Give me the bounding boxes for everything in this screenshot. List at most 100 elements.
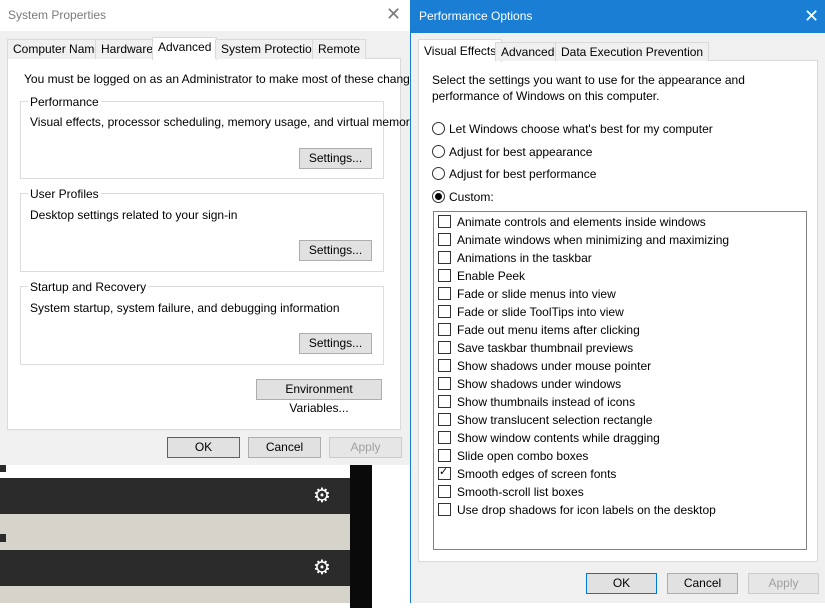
close-icon[interactable]: ✕: [386, 4, 401, 25]
gear-icon[interactable]: ⚙: [313, 558, 331, 578]
effect-label: Slide open combo boxes: [457, 449, 589, 463]
effect-label: Show thumbnails instead of icons: [457, 395, 636, 409]
effect-option[interactable]: Enable Peek: [438, 267, 525, 285]
effect-option[interactable]: Show translucent selection rectangle: [438, 411, 652, 429]
startup-recovery-settings-button[interactable]: Settings...: [299, 333, 372, 354]
effect-option[interactable]: Smooth-scroll list boxes: [438, 483, 584, 501]
ok-button[interactable]: OK: [586, 573, 657, 594]
effect-option[interactable]: Animate windows when minimizing and maxi…: [438, 231, 729, 249]
checkbox[interactable]: [438, 503, 451, 516]
radio-best-appearance[interactable]: Adjust for best appearance: [432, 144, 592, 160]
effect-option[interactable]: Show thumbnails instead of icons: [438, 393, 635, 411]
cancel-button[interactable]: Cancel: [248, 437, 321, 458]
checkbox[interactable]: [438, 449, 451, 462]
checkbox[interactable]: [438, 251, 451, 264]
background-marker: [0, 464, 6, 472]
background-app: ⚙ ⚙: [0, 458, 412, 608]
effect-option[interactable]: Show shadows under windows: [438, 375, 621, 393]
background-row[interactable]: ⚙: [0, 550, 350, 586]
effect-option[interactable]: Use drop shadows for icon labels on the …: [438, 501, 716, 519]
environment-variables-button[interactable]: Environment Variables...: [256, 379, 382, 415]
window-title: System Properties: [8, 8, 107, 22]
radio-custom[interactable]: Custom:: [432, 189, 494, 205]
radio-best-performance[interactable]: Adjust for best performance: [432, 166, 596, 182]
effect-option[interactable]: Animate controls and elements inside win…: [438, 213, 706, 231]
effect-option[interactable]: Smooth edges of screen fonts: [438, 465, 616, 483]
tab-data-execution-prevention[interactable]: Data Execution Prevention: [555, 42, 710, 61]
checkbox[interactable]: [438, 485, 451, 498]
checkbox[interactable]: [438, 287, 451, 300]
admin-note: You must be logged on as an Administrato…: [24, 72, 426, 86]
effect-label: Fade out menu items after clicking: [457, 323, 640, 337]
background-row[interactable]: ⚙: [0, 478, 350, 514]
effect-label: Use drop shadows for icon labels on the …: [457, 503, 716, 517]
checkbox[interactable]: [438, 413, 451, 426]
effect-option[interactable]: Animations in the taskbar: [438, 249, 592, 267]
effect-label: Smooth edges of screen fonts: [457, 467, 617, 481]
group-description: Desktop settings related to your sign-in: [30, 208, 238, 222]
effect-label: Save taskbar thumbnail previews: [457, 341, 634, 355]
effect-option[interactable]: Fade out menu items after clicking: [438, 321, 640, 339]
checkbox[interactable]: [438, 233, 451, 246]
effect-label: Animations in the taskbar: [457, 251, 592, 265]
group-description: Visual effects, processor scheduling, me…: [30, 115, 416, 129]
radio-button[interactable]: [432, 145, 445, 158]
effect-label: Show window contents while dragging: [457, 431, 660, 445]
group-description: System startup, system failure, and debu…: [30, 301, 340, 315]
radio-button-selected[interactable]: [432, 190, 445, 203]
checkbox[interactable]: [438, 323, 451, 336]
background-marker: [0, 534, 6, 542]
effect-option[interactable]: Save taskbar thumbnail previews: [438, 339, 633, 357]
effect-label: Animate controls and elements inside win…: [457, 215, 706, 229]
tab-hardware[interactable]: Hardware: [95, 39, 160, 59]
effect-option[interactable]: Fade or slide ToolTips into view: [438, 303, 624, 321]
radio-label: Adjust for best appearance: [449, 145, 593, 159]
ok-button[interactable]: OK: [167, 437, 240, 458]
background-row-light: [0, 586, 350, 603]
tab-advanced[interactable]: Advanced: [495, 42, 561, 61]
checkbox[interactable]: [438, 215, 451, 228]
gear-icon[interactable]: ⚙: [313, 486, 331, 506]
background-row-light: [0, 514, 350, 550]
effect-option[interactable]: Fade or slide menus into view: [438, 285, 616, 303]
effect-option[interactable]: Show shadows under mouse pointer: [438, 357, 651, 375]
performance-settings-button[interactable]: Settings...: [299, 148, 372, 169]
intro-text: Select the settings you want to use for …: [432, 73, 745, 103]
group-label-user-profiles: User Profiles: [28, 187, 101, 201]
checkbox[interactable]: [438, 305, 451, 318]
effect-option[interactable]: Show window contents while dragging: [438, 429, 660, 447]
tab-computer-name[interactable]: Computer Name: [7, 39, 108, 59]
checkbox[interactable]: [438, 341, 451, 354]
effect-label: Show translucent selection rectangle: [457, 413, 653, 427]
effect-option[interactable]: Slide open combo boxes: [438, 447, 588, 465]
checkbox[interactable]: [438, 395, 451, 408]
cancel-button[interactable]: Cancel: [667, 573, 738, 594]
effect-label: Animate windows when minimizing and maxi…: [457, 233, 730, 247]
apply-button[interactable]: Apply: [748, 573, 819, 594]
tab-remote[interactable]: Remote: [312, 39, 367, 59]
radio-button[interactable]: [432, 122, 445, 135]
checkbox-checked[interactable]: [438, 465, 451, 480]
apply-button[interactable]: Apply: [329, 437, 402, 458]
tab-advanced[interactable]: Advanced: [152, 37, 218, 60]
checkbox[interactable]: [438, 431, 451, 444]
effect-label: Enable Peek: [457, 269, 526, 283]
effect-label: Smooth-scroll list boxes: [457, 485, 584, 499]
effect-label: Show shadows under mouse pointer: [457, 359, 652, 373]
close-icon[interactable]: ✕: [804, 6, 819, 27]
checkbox[interactable]: [438, 269, 451, 282]
radio-button[interactable]: [432, 167, 445, 180]
tab-visual-effects[interactable]: Visual Effects: [418, 39, 503, 62]
effect-label: Fade or slide menus into view: [457, 287, 616, 301]
radio-label: Custom:: [449, 190, 494, 204]
effect-label: Show shadows under windows: [457, 377, 622, 391]
user-profiles-settings-button[interactable]: Settings...: [299, 240, 372, 261]
background-divider: [350, 463, 372, 608]
effect-label: Fade or slide ToolTips into view: [457, 305, 624, 319]
group-label-performance: Performance: [28, 95, 101, 109]
tab-system-protection[interactable]: System Protection: [215, 39, 325, 59]
radio-label: Adjust for best performance: [449, 167, 597, 181]
checkbox[interactable]: [438, 359, 451, 372]
checkbox[interactable]: [438, 377, 451, 390]
radio-let-windows-choose[interactable]: Let Windows choose what's best for my co…: [432, 121, 713, 137]
